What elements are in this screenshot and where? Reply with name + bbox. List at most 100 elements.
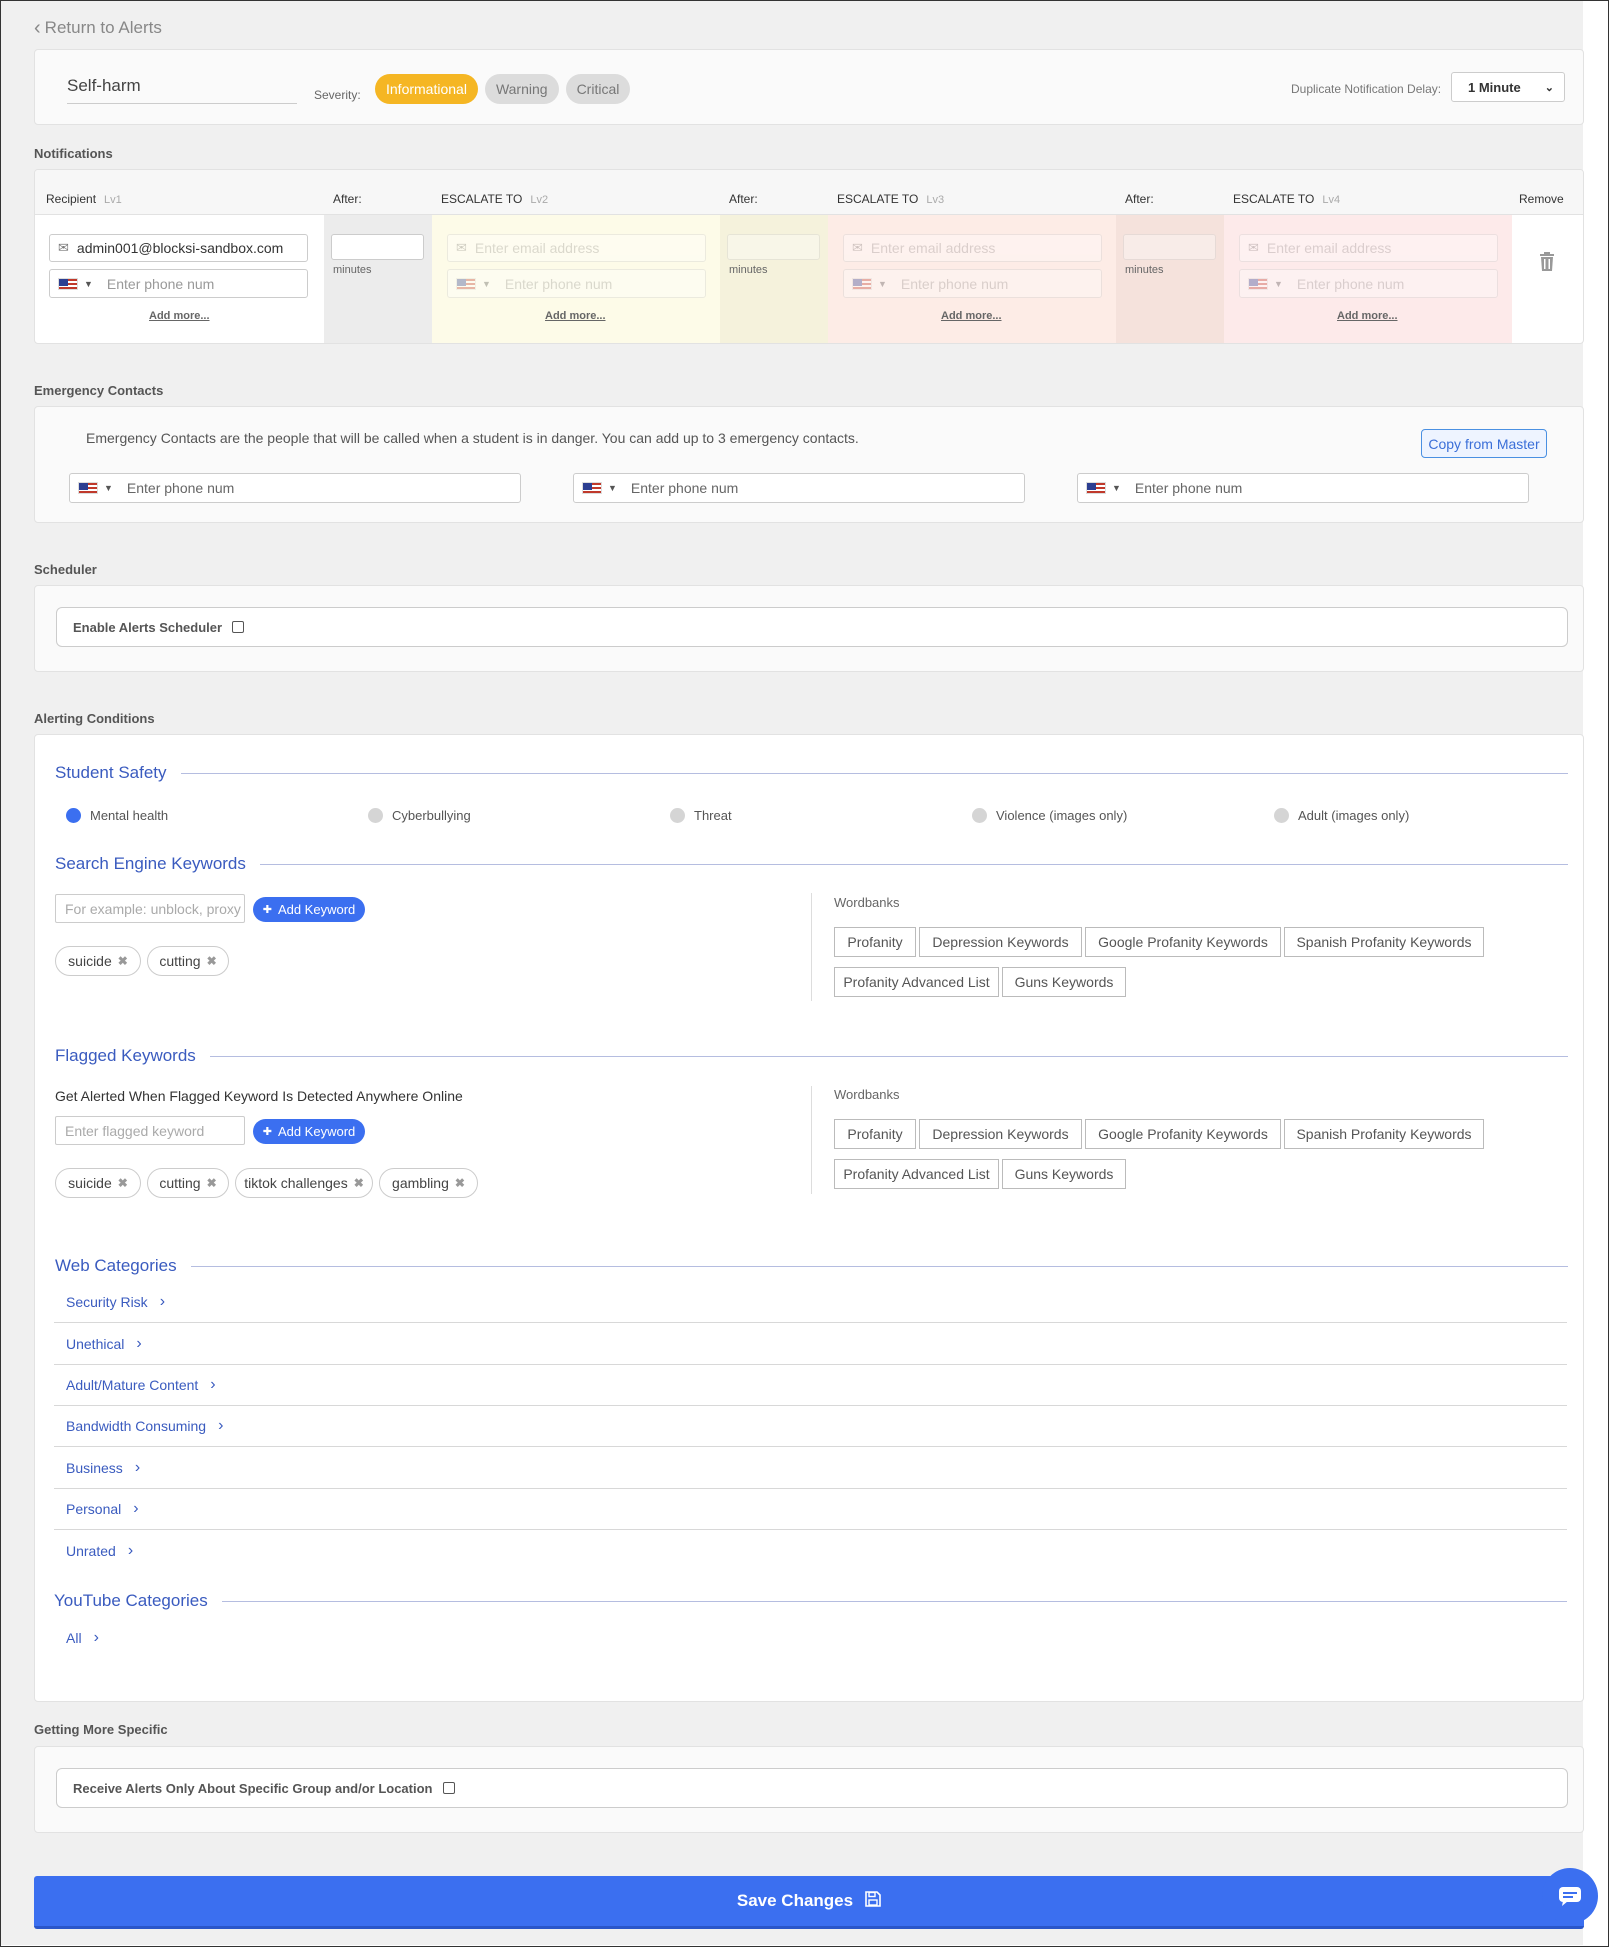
severity-informational-pill[interactable]: Informational bbox=[375, 74, 478, 104]
radio-dot bbox=[1274, 808, 1289, 823]
emergency-phone-input-2[interactable]: ▼ Enter phone num bbox=[573, 473, 1025, 503]
remove-tag-icon[interactable]: ✖ bbox=[207, 954, 217, 968]
caret-down-icon[interactable]: ▼ bbox=[104, 483, 113, 493]
lv3-email-input[interactable]: ✉ Enter email address bbox=[843, 234, 1102, 262]
chat-bubble-icon[interactable] bbox=[1542, 1868, 1598, 1924]
youtube-category-all[interactable]: All › bbox=[54, 1617, 354, 1659]
student-safety-title: Student Safety bbox=[55, 763, 1568, 783]
add-more-lv4-link[interactable]: Add more... bbox=[1337, 310, 1398, 322]
recipient-email-input[interactable]: ✉ admin001@blocksi-sandbox.com bbox=[49, 234, 308, 262]
wordbank-profanity[interactable]: Profanity bbox=[834, 927, 916, 957]
wordbank-guns-2[interactable]: Guns Keywords bbox=[1002, 1159, 1126, 1189]
remove-tag-icon[interactable]: ✖ bbox=[354, 1176, 364, 1190]
radio-dot bbox=[972, 808, 987, 823]
remove-tag-icon[interactable]: ✖ bbox=[118, 954, 128, 968]
wordbank-profanity-advanced-2[interactable]: Profanity Advanced List bbox=[834, 1159, 999, 1189]
radio-violence[interactable]: Violence (images only) bbox=[972, 808, 1127, 823]
web-category-unethical[interactable]: Unethical › bbox=[54, 1323, 1567, 1365]
plus-icon: ✚ bbox=[262, 904, 272, 916]
wordbank-depression[interactable]: Depression Keywords bbox=[919, 927, 1082, 957]
wordbank-spanish-profanity-2[interactable]: Spanish Profanity Keywords bbox=[1284, 1119, 1484, 1149]
emergency-phone-input-3[interactable]: ▼ Enter phone num bbox=[1077, 473, 1529, 503]
add-more-lv1-link[interactable]: Add more... bbox=[149, 310, 210, 322]
web-category-bandwidth[interactable]: Bandwidth Consuming › bbox=[54, 1405, 1567, 1447]
severity-critical-pill[interactable]: Critical bbox=[565, 74, 631, 104]
lv2-email-input[interactable]: ✉ Enter email address bbox=[447, 234, 706, 262]
wordbank-profanity-2[interactable]: Profanity bbox=[834, 1119, 916, 1149]
caret-down-icon[interactable]: ▼ bbox=[84, 279, 93, 289]
chevron-right-icon: › bbox=[210, 1375, 216, 1393]
alert-header-card: Severity: Informational Warning Critical… bbox=[34, 49, 1584, 125]
flagged-keyword-input[interactable]: Enter flagged keyword bbox=[55, 1116, 245, 1145]
dup-delay-value: 1 Minute bbox=[1468, 79, 1521, 95]
add-more-lv2-link[interactable]: Add more... bbox=[545, 310, 606, 322]
radio-adult[interactable]: Adult (images only) bbox=[1274, 808, 1409, 823]
recipient-label: Recipient bbox=[46, 192, 97, 206]
alert-name-input[interactable] bbox=[67, 68, 297, 104]
us-flag-icon bbox=[1086, 482, 1106, 494]
tag-label: cutting bbox=[159, 1175, 201, 1191]
trash-icon[interactable] bbox=[1539, 252, 1555, 277]
caret-down-icon[interactable]: ▼ bbox=[482, 279, 491, 289]
recipient-phone-input[interactable]: ▼ Enter phone num bbox=[49, 269, 308, 298]
tag-label: suicide bbox=[68, 953, 112, 969]
web-category-adult[interactable]: Adult/Mature Content › bbox=[54, 1364, 1567, 1406]
tag-label: gambling bbox=[392, 1175, 449, 1191]
emergency-card: Emergency Contacts are the people that w… bbox=[34, 406, 1584, 523]
severity-warning-pill[interactable]: Warning bbox=[484, 74, 559, 104]
return-to-alerts-link[interactable]: ‹ Return to Alerts bbox=[34, 18, 162, 38]
enable-scheduler-checkbox[interactable] bbox=[232, 621, 245, 633]
wordbank-google-profanity-2[interactable]: Google Profanity Keywords bbox=[1085, 1119, 1281, 1149]
caret-down-icon[interactable]: ▼ bbox=[608, 483, 617, 493]
us-flag-icon bbox=[1248, 277, 1268, 290]
radio-mental-health[interactable]: Mental health bbox=[66, 808, 168, 823]
add-more-lv3-link[interactable]: Add more... bbox=[941, 310, 1002, 322]
specific-checkbox-label: Receive Alerts Only About Specific Group… bbox=[73, 1780, 433, 1796]
radio-cyberbullying[interactable]: Cyberbullying bbox=[368, 808, 471, 823]
copy-from-master-button[interactable]: Copy from Master bbox=[1421, 429, 1547, 458]
caret-down-icon[interactable]: ▼ bbox=[878, 279, 887, 289]
specific-checkbox[interactable] bbox=[442, 1782, 455, 1794]
lv2-phone-input[interactable]: ▼ Enter phone num bbox=[447, 269, 706, 298]
after-minutes-input-1[interactable] bbox=[331, 234, 424, 260]
caret-down-icon[interactable]: ▼ bbox=[1112, 483, 1121, 493]
lv3-phone-input[interactable]: ▼ Enter phone num bbox=[843, 269, 1102, 298]
student-safety-label: Student Safety bbox=[55, 763, 167, 782]
search-keywords-title: Search Engine Keywords bbox=[55, 854, 1568, 874]
after-minutes-input-3[interactable] bbox=[1123, 234, 1216, 260]
wordbanks-label: Wordbanks bbox=[834, 895, 900, 910]
add-search-keyword-button[interactable]: ✚ Add Keyword bbox=[253, 897, 365, 922]
phone-placeholder: Enter phone num bbox=[1296, 275, 1405, 292]
dup-delay-select[interactable]: 1 Minute ⌄ bbox=[1451, 72, 1565, 102]
wordbank-profanity-advanced[interactable]: Profanity Advanced List bbox=[834, 967, 999, 997]
lv3-label: Lv3 bbox=[926, 194, 945, 206]
emergency-phone-input-1[interactable]: ▼ Enter phone num bbox=[69, 473, 521, 503]
chevron-right-icon: › bbox=[136, 1334, 142, 1352]
wordbank-spanish-profanity[interactable]: Spanish Profanity Keywords bbox=[1284, 927, 1484, 957]
phone-placeholder: Enter phone num bbox=[504, 275, 613, 292]
caret-down-icon[interactable]: ▼ bbox=[1274, 279, 1283, 289]
lv4-phone-input[interactable]: ▼ Enter phone num bbox=[1239, 269, 1498, 298]
web-categories-label: Web Categories bbox=[55, 1256, 177, 1275]
radio-threat[interactable]: Threat bbox=[670, 808, 732, 823]
search-keyword-input[interactable]: For example: unblock, proxy bbox=[55, 894, 245, 923]
after-header-3: After: bbox=[1125, 192, 1154, 206]
lv4-email-input[interactable]: ✉ Enter email address bbox=[1239, 234, 1498, 262]
add-flagged-keyword-button[interactable]: ✚ Add Keyword bbox=[253, 1119, 365, 1144]
web-category-personal[interactable]: Personal › bbox=[54, 1488, 1567, 1530]
remove-tag-icon[interactable]: ✖ bbox=[455, 1176, 465, 1190]
wordbank-depression-2[interactable]: Depression Keywords bbox=[919, 1119, 1082, 1149]
category-label: Business bbox=[66, 1459, 123, 1476]
after-minutes-input-2[interactable] bbox=[727, 234, 820, 260]
web-category-unrated[interactable]: Unrated › bbox=[54, 1530, 1567, 1572]
remove-tag-icon[interactable]: ✖ bbox=[118, 1176, 128, 1190]
wordbank-google-profanity[interactable]: Google Profanity Keywords bbox=[1085, 927, 1281, 957]
web-category-business[interactable]: Business › bbox=[54, 1447, 1567, 1489]
severity-pill-group: Informational Warning Critical bbox=[375, 74, 631, 104]
remove-tag-icon[interactable]: ✖ bbox=[207, 1176, 217, 1190]
wordbank-guns[interactable]: Guns Keywords bbox=[1002, 967, 1126, 997]
save-changes-button[interactable]: Save Changes bbox=[34, 1876, 1584, 1929]
flagged-tag-suicide: suicide ✖ bbox=[55, 1168, 141, 1198]
web-category-security-risk[interactable]: Security Risk › bbox=[54, 1281, 1567, 1323]
phone-placeholder: Enter phone num bbox=[1134, 480, 1243, 496]
